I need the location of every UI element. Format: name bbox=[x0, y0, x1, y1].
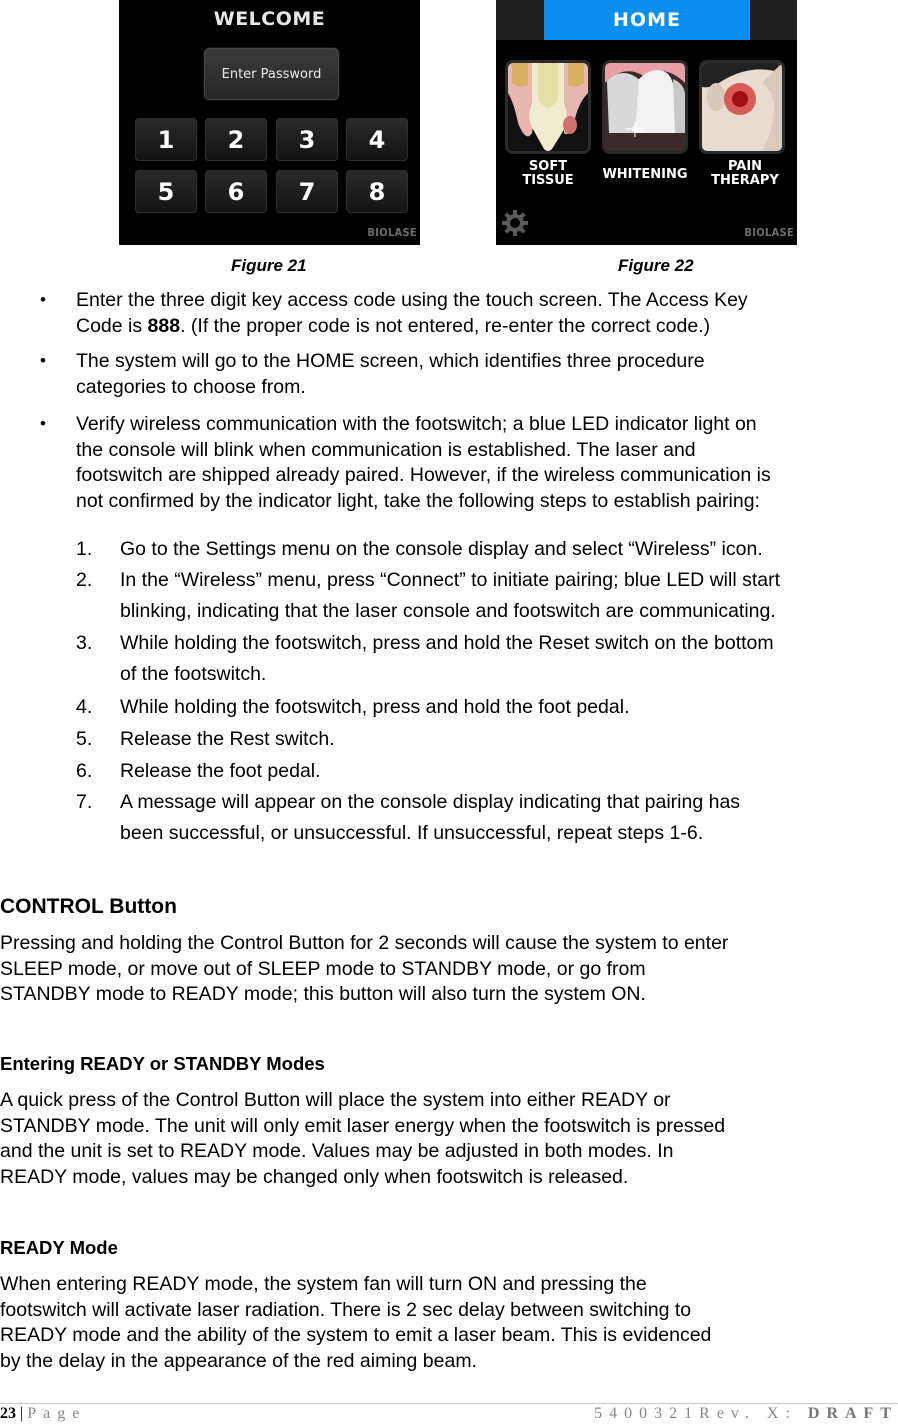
gear-icon[interactable] bbox=[502, 210, 528, 236]
key-1[interactable]: 1 bbox=[135, 118, 197, 161]
step-line: A message will appear on the console dis… bbox=[120, 791, 741, 813]
step-line: been successful, or unsuccessful. If uns… bbox=[120, 822, 704, 844]
bullet-icon: • bbox=[40, 351, 46, 370]
teeth-whitening-icon bbox=[605, 63, 685, 151]
bullet-text-span: Code is bbox=[76, 314, 148, 337]
bullet-item: The system will go to the HOME screen, w… bbox=[76, 349, 898, 400]
footer-page-label: 23 | Page bbox=[0, 1405, 86, 1423]
section-heading-entering-modes: Entering READY or STANDBY Modes bbox=[0, 1053, 325, 1074]
access-code: 888 bbox=[147, 314, 181, 337]
soft-tissue-label: SOFT TISSUE bbox=[498, 160, 598, 188]
soft-tissue-label-line1: SOFT bbox=[528, 159, 568, 174]
tooth-soft-tissue-icon bbox=[508, 63, 588, 151]
pain-therapy-label-line1: PAIN bbox=[727, 159, 763, 174]
bullet-text-span: . (If the proper code is not entered, re… bbox=[180, 314, 711, 337]
key-6[interactable]: 6 bbox=[205, 170, 267, 213]
step-number: 4. bbox=[76, 696, 93, 718]
step-line: While holding the footswitch, press and … bbox=[120, 696, 630, 718]
step-text: Release the foot pedal. bbox=[120, 756, 898, 787]
biolase-logo: BIOLASE bbox=[367, 226, 417, 239]
body-line: STANDBY mode. The unit will only emit la… bbox=[0, 1114, 726, 1137]
bullet-item: Verify wireless communication with the f… bbox=[76, 412, 898, 514]
soft-tissue-label-line2: TISSUE bbox=[522, 173, 574, 188]
bullet-item: Enter the three digit key access code us… bbox=[76, 288, 898, 339]
page-number: 23 bbox=[0, 1405, 16, 1422]
step-text: While holding the footswitch, press and … bbox=[120, 692, 898, 723]
whitening-label-line1: WHITENING bbox=[602, 167, 688, 182]
bullet-line: the console will blink when communicatio… bbox=[76, 438, 696, 461]
section-body-entering-modes: A quick press of the Control Button will… bbox=[0, 1088, 725, 1190]
bullet-line: Code is 888. (If the proper code is not … bbox=[76, 314, 898, 340]
pain-therapy-label: PAIN THERAPY bbox=[695, 160, 795, 188]
page-word: Page bbox=[27, 1405, 87, 1422]
body-line: A quick press of the Control Button will… bbox=[0, 1089, 671, 1111]
key-8[interactable]: 8 bbox=[346, 170, 408, 213]
figure-21-welcome-screen: WELCOME Enter Password 1 2 3 4 5 6 7 8 B… bbox=[119, 0, 420, 245]
whitening-label: WHITENING bbox=[595, 168, 695, 182]
step-line: While holding the footswitch, press and … bbox=[120, 632, 774, 654]
section-body-control-button: Pressing and holding the Control Button … bbox=[0, 931, 728, 1008]
home-title-bar: HOME bbox=[544, 0, 750, 40]
section-heading-ready-mode: READY Mode bbox=[0, 1237, 118, 1258]
body-line: footswitch will activate laser radiation… bbox=[0, 1298, 692, 1321]
body-line: SLEEP mode, or move out of SLEEP mode to… bbox=[0, 957, 646, 980]
body-line: READY mode and the ability of the system… bbox=[0, 1324, 712, 1346]
step-number: 3. bbox=[76, 632, 93, 654]
bullet-line: The system will go to the HOME screen, w… bbox=[76, 350, 705, 372]
key-3[interactable]: 3 bbox=[276, 118, 338, 161]
bullet-line: not confirmed by the indicator light, ta… bbox=[76, 489, 760, 512]
step-line: Go to the Settings menu on the console d… bbox=[120, 538, 763, 560]
figure-22-home-screen: HOME SOFT TISSUE WHITENING PAIN THERAPY … bbox=[496, 0, 797, 245]
body-line: and the unit is set to READY mode. Value… bbox=[0, 1140, 674, 1162]
step-line: blinking, indicating that the laser cons… bbox=[120, 600, 776, 622]
body-line: Pressing and holding the Control Button … bbox=[0, 932, 729, 954]
document-revision: 5400321Rev. X: bbox=[594, 1405, 808, 1422]
step-number: 6. bbox=[76, 760, 93, 782]
figure-21-caption: Figure 21 bbox=[231, 256, 307, 275]
pain-therapy-label-line2: THERAPY bbox=[711, 173, 779, 188]
section-heading-control-button: CONTROL Button bbox=[0, 895, 177, 918]
footer-divider bbox=[0, 1403, 898, 1404]
key-4[interactable]: 4 bbox=[346, 118, 408, 161]
whitening-tile[interactable] bbox=[602, 60, 688, 154]
footer-doc-id: 5400321Rev. X: DRAFT bbox=[594, 1405, 898, 1423]
soft-tissue-tile[interactable] bbox=[505, 60, 591, 154]
step-text: Go to the Settings menu on the console d… bbox=[120, 534, 898, 565]
bullet-line: Enter the three digit key access code us… bbox=[76, 289, 748, 311]
step-line: In the “Wireless” menu, press “Connect” … bbox=[120, 569, 781, 591]
body-line: STANDBY mode to READY mode; this button … bbox=[0, 983, 646, 1005]
step-number: 7. bbox=[76, 791, 93, 813]
step-text: Release the Rest switch. bbox=[120, 724, 898, 755]
step-text: A message will appear on the console dis… bbox=[120, 787, 898, 849]
bullet-icon: • bbox=[40, 414, 46, 433]
pain-therapy-tile[interactable] bbox=[699, 60, 785, 154]
footer-separator: | bbox=[20, 1405, 24, 1422]
step-line: Release the foot pedal. bbox=[120, 760, 321, 782]
body-line: by the delay in the appearance of the re… bbox=[0, 1349, 477, 1372]
step-line: Release the Rest switch. bbox=[120, 728, 335, 750]
biolase-logo: BIOLASE bbox=[744, 226, 794, 239]
key-7[interactable]: 7 bbox=[276, 170, 338, 213]
key-5[interactable]: 5 bbox=[135, 170, 197, 213]
welcome-title: WELCOME bbox=[213, 8, 326, 30]
step-text: While holding the footswitch, press and … bbox=[120, 628, 898, 690]
bullet-icon: • bbox=[40, 290, 46, 309]
bullet-line: categories to choose from. bbox=[76, 375, 306, 398]
step-number: 5. bbox=[76, 728, 93, 750]
enter-password-button[interactable]: Enter Password bbox=[203, 47, 340, 101]
key-2[interactable]: 2 bbox=[205, 118, 267, 161]
draft-label: DRAFT bbox=[807, 1405, 898, 1422]
section-body-ready-mode: When entering READY mode, the system fan… bbox=[0, 1272, 711, 1374]
step-number: 1. bbox=[76, 538, 93, 560]
bullet-line: Verify wireless communication with the f… bbox=[76, 413, 757, 435]
step-text: In the “Wireless” menu, press “Connect” … bbox=[120, 565, 898, 627]
step-number: 2. bbox=[76, 569, 93, 591]
step-line: of the footswitch. bbox=[120, 663, 267, 685]
body-line: When entering READY mode, the system fan… bbox=[0, 1273, 647, 1295]
figure-22-caption: Figure 22 bbox=[618, 256, 694, 275]
body-line: READY mode, values may be changed only w… bbox=[0, 1165, 629, 1188]
bullet-line: footswitch are shipped already paired. H… bbox=[76, 464, 771, 486]
face-pain-therapy-icon bbox=[702, 63, 782, 151]
